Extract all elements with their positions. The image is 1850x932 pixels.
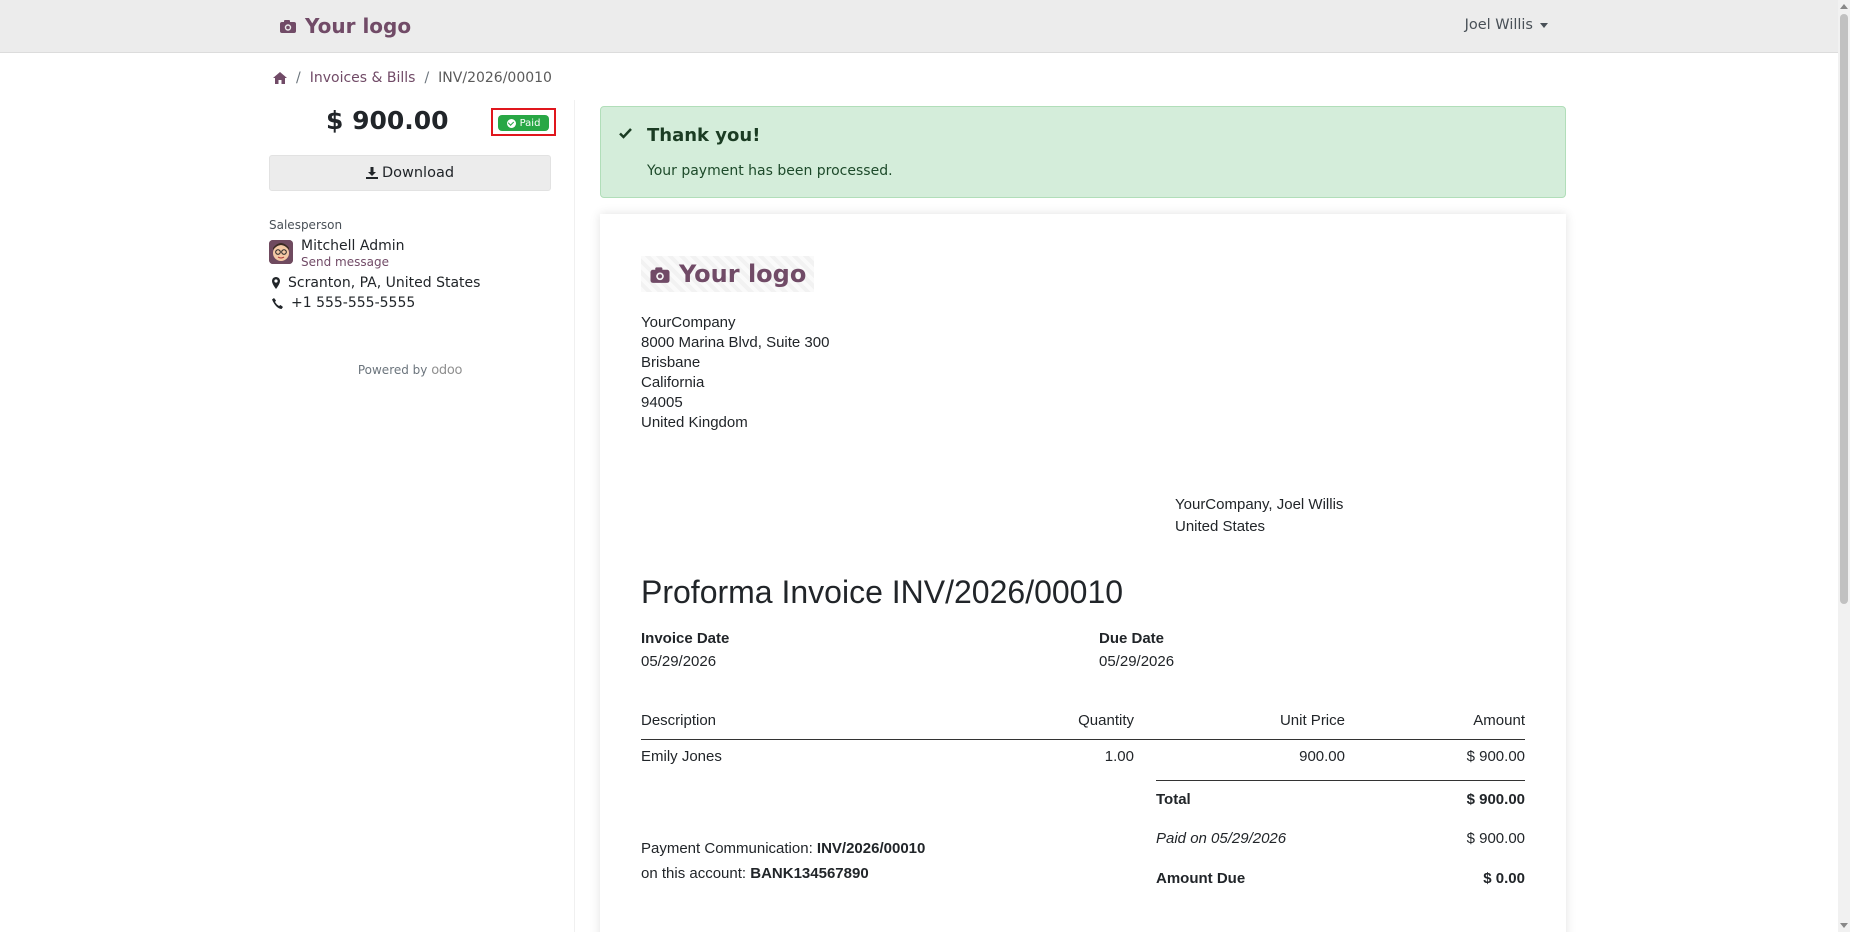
- nav-logo[interactable]: Your logo: [279, 14, 411, 38]
- account-label: on this account:: [641, 865, 747, 882]
- company-line: Brisbane: [641, 354, 701, 371]
- invoice-date-label: Invoice Date: [641, 630, 730, 647]
- company-line: 94005: [641, 394, 683, 411]
- paid-value: $ 900.00: [1466, 830, 1525, 847]
- breadcrumb-invoices-link[interactable]: Invoices & Bills: [310, 70, 416, 86]
- download-label: Download: [381, 165, 455, 181]
- status-badge: Paid: [498, 115, 549, 131]
- line-unit-price: 900.00: [1299, 748, 1345, 765]
- payment-success-alert: Thank you! Your payment has been process…: [600, 106, 1566, 198]
- sidebar: $ 900.00 Paid Download Salesperson Mitch…: [269, 100, 556, 378]
- table-header: Description Quantity Unit Price Amount: [641, 704, 1525, 740]
- line-amount: $ 900.00: [1466, 748, 1525, 765]
- recipient-line: United States: [1175, 518, 1266, 535]
- salesperson-label: Salesperson: [269, 218, 343, 232]
- due-date-block: Due Date 05/29/2026: [1099, 630, 1174, 670]
- paid-row: Paid on 05/29/2026 $ 900.00: [1156, 820, 1525, 860]
- chevron-down-icon: [1540, 22, 1548, 28]
- top-navbar: Your logo Joel Willis: [0, 0, 1838, 53]
- nav-logo-text: Your logo: [305, 14, 412, 38]
- check-circle-icon: [506, 118, 516, 128]
- user-name: Joel Willis: [1464, 17, 1533, 33]
- invoice-lines-table: Description Quantity Unit Price Amount E…: [641, 704, 1525, 780]
- column-header: Quantity: [1078, 712, 1134, 729]
- column-header: Description: [641, 712, 717, 729]
- odoo-logo[interactable]: odoo: [431, 363, 462, 378]
- company-line: California: [641, 374, 705, 391]
- payment-comm-value: INV/2026/00010: [816, 840, 926, 857]
- total-row: Total $ 900.00: [1156, 780, 1525, 820]
- payment-comm-label: Payment Communication:: [641, 840, 813, 857]
- powered-by: Powered by odoo: [269, 363, 551, 378]
- scroll-up-arrow-icon[interactable]: [1840, 4, 1848, 9]
- amount-row: $ 900.00 Paid: [269, 100, 556, 146]
- company-line: YourCompany: [641, 314, 736, 331]
- total-value: $ 900.00: [1466, 791, 1525, 808]
- alert-title: Thank you!: [647, 125, 761, 146]
- totals-table: Total $ 900.00 Paid on 05/29/2026 $ 900.…: [1156, 780, 1525, 900]
- user-menu[interactable]: Joel Willis: [1465, 17, 1548, 33]
- breadcrumb-current: INV/2026/00010: [438, 70, 552, 86]
- invoice-title: Proforma Invoice INV/2026/00010: [641, 574, 1124, 610]
- company-logo-text: Your logo: [679, 260, 807, 288]
- paid-highlight-box: Paid: [491, 108, 556, 136]
- recipient-address: YourCompany, Joel Willis United States: [1175, 494, 1343, 538]
- column-header: Amount: [1473, 712, 1525, 729]
- camera-icon: [280, 20, 296, 33]
- line-quantity: 1.00: [1104, 748, 1134, 765]
- amount-due-row: Amount Due $ 0.00: [1156, 860, 1525, 900]
- scroll-down-arrow-icon[interactable]: [1840, 923, 1848, 928]
- breadcrumb: / Invoices & Bills / INV/2026/00010: [273, 70, 552, 86]
- salesperson-name: Mitchell Admin: [301, 238, 405, 254]
- vertical-scrollbar[interactable]: [1838, 0, 1850, 932]
- company-line: 8000 Marina Blvd, Suite 300: [641, 334, 830, 351]
- column-header: Unit Price: [1279, 712, 1345, 729]
- salesperson-phone: +1 555-555-5555: [291, 295, 416, 311]
- due-date-value: 05/29/2026: [1099, 653, 1175, 670]
- due-date-label: Due Date: [1099, 630, 1165, 647]
- sidebar-divider: [574, 100, 575, 932]
- check-icon: [619, 128, 632, 139]
- address-line: Scranton, PA, United States: [269, 275, 551, 291]
- amount-due-value: $ 0.00: [1483, 870, 1525, 887]
- total-label: Total: [1156, 791, 1191, 808]
- invoice-date-block: Invoice Date 05/29/2026: [641, 630, 729, 670]
- status-badge-label: Paid: [519, 117, 541, 129]
- amount-due-label: Amount Due: [1156, 870, 1246, 887]
- company-line: United Kingdom: [641, 414, 748, 431]
- recipient-line: YourCompany, Joel Willis: [1175, 496, 1344, 513]
- table-row: Emily Jones 1.00 900.00 $ 900.00: [641, 740, 1525, 780]
- scroll-thumb[interactable]: [1840, 14, 1848, 604]
- phone-icon: [272, 297, 283, 309]
- home-icon[interactable]: [273, 72, 287, 84]
- send-message-link[interactable]: Send message: [301, 255, 405, 269]
- payment-communication: Payment Communication: INV/2026/00010 on…: [641, 836, 925, 886]
- alert-message: Your payment has been processed.: [647, 163, 893, 179]
- invoice-amount: $ 900.00: [326, 106, 449, 135]
- account-value: BANK134567890: [750, 865, 869, 882]
- breadcrumb-separator: /: [296, 70, 301, 86]
- paid-label: Paid on 05/29/2026: [1156, 830, 1287, 847]
- company-logo: Your logo: [641, 256, 815, 292]
- download-button[interactable]: Download: [269, 155, 551, 191]
- line-description: Emily Jones: [641, 748, 722, 765]
- salesperson-row: Mitchell Admin Send message: [269, 238, 551, 269]
- company-address: YourCompany 8000 Marina Blvd, Suite 300 …: [641, 313, 829, 433]
- powered-by-label: Powered by: [357, 363, 428, 377]
- camera-icon: [650, 266, 670, 283]
- invoice-document: Your logo YourCompany 8000 Marina Blvd, …: [600, 214, 1566, 932]
- phone-line: +1 555-555-5555: [269, 295, 551, 311]
- breadcrumb-separator: /: [424, 70, 430, 86]
- salesperson-address: Scranton, PA, United States: [288, 275, 481, 291]
- map-marker-icon: [272, 277, 280, 289]
- avatar: [269, 240, 293, 264]
- download-icon: [365, 167, 378, 179]
- invoice-date-value: 05/29/2026: [641, 653, 717, 670]
